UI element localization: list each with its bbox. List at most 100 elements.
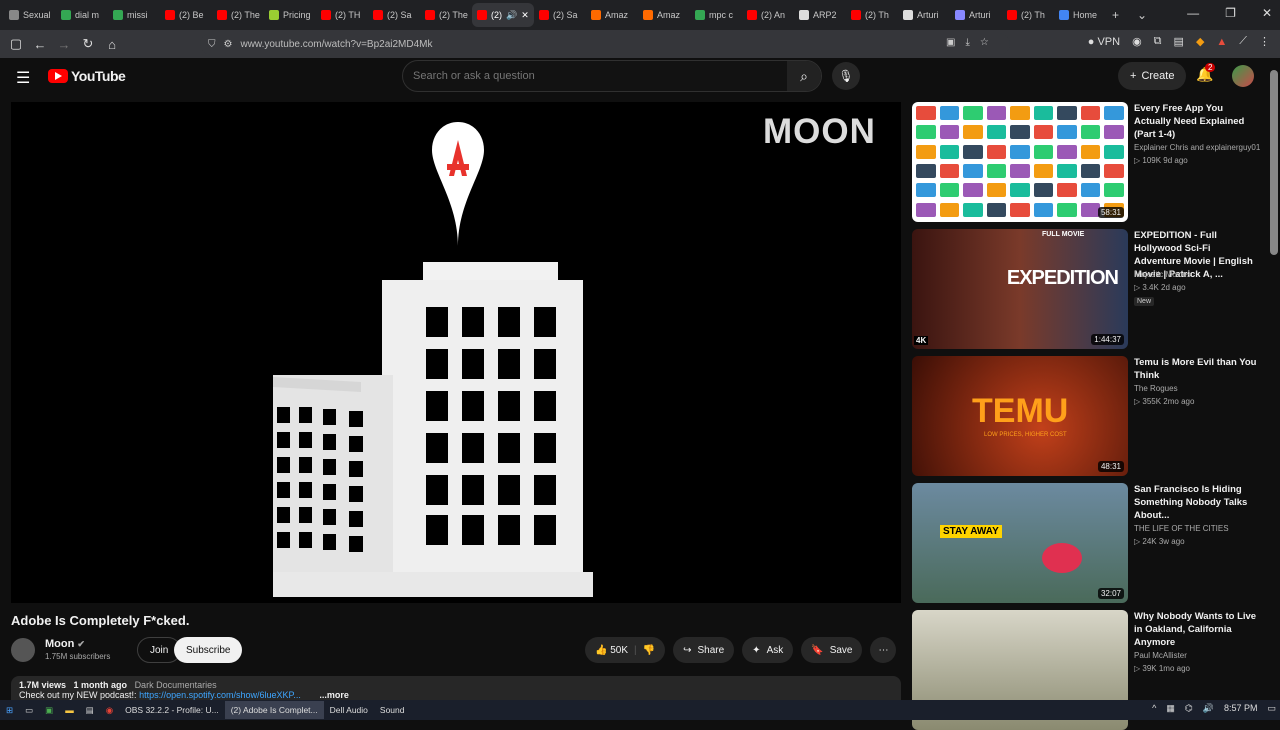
address-bar[interactable]: ⛉ ⚙ www.youtube.com/watch?v=Bp2ai2MD4Mk <box>200 33 1010 55</box>
hamburger-menu-icon[interactable]: ☰ <box>16 68 30 88</box>
browser-tab[interactable]: (2) TH <box>316 3 368 27</box>
browser-tab[interactable]: Arturi <box>898 3 950 27</box>
save-button[interactable]: 🔖 Save <box>801 637 863 663</box>
more-link[interactable]: ...more <box>319 690 349 700</box>
wallet-icon[interactable]: ▤ <box>1174 35 1184 48</box>
create-button[interactable]: + Create <box>1118 62 1187 90</box>
clock[interactable]: 8:57 PM <box>1224 703 1258 714</box>
browser-tab[interactable]: mpc c <box>690 3 742 27</box>
video-tag[interactable]: Dark Documentaries <box>135 680 217 690</box>
recommended-video[interactable]: STAY AWAY 32:07 San Francisco Is Hiding So… <box>912 483 1262 603</box>
taskbar-app[interactable]: Dell Audio <box>324 701 374 719</box>
scrollbar-thumb[interactable] <box>1270 70 1278 255</box>
browser-tab[interactable]: Amaz <box>586 3 638 27</box>
extension-red-icon[interactable]: ▲ <box>1216 36 1227 48</box>
browser-tab[interactable]: Sexual <box>4 3 56 27</box>
browser-tab[interactable]: (2) Sa <box>534 3 586 27</box>
video-thumbnail[interactable]: EXPEDITION FULL MOVIE 4K 1:44:37 <box>912 229 1128 349</box>
extension-icon[interactable]: ◉ <box>1132 35 1142 48</box>
recommended-title[interactable]: Temu is More Evil than You Think <box>1134 356 1259 382</box>
search-input[interactable] <box>413 70 783 82</box>
puzzle-icon[interactable]: ⧉ <box>1154 35 1162 48</box>
recommended-title[interactable]: Every Free App You Actually Need Explain… <box>1134 102 1259 141</box>
sidebar-toggle-icon[interactable]: ▢ <box>4 36 28 52</box>
recommended-channel[interactable]: THE LIFE OF THE CITIES <box>1134 524 1229 533</box>
recommended-channel[interactable]: Majestic Movies <box>1134 270 1191 279</box>
video-thumbnail[interactable]: STAY AWAY 32:07 <box>912 483 1128 603</box>
subscribe-button[interactable]: Subscribe <box>174 637 243 663</box>
tray-app-icon[interactable]: ▦ <box>1166 703 1175 714</box>
tray-chevron-icon[interactable]: ^ <box>1152 703 1156 714</box>
vpn-button[interactable]: ● VPN <box>1088 36 1120 48</box>
desc-link[interactable]: https://open.spotify.com/show/6lueXKP... <box>139 690 301 700</box>
site-info-icon[interactable]: ⛉ <box>208 39 216 50</box>
extension-orange-icon[interactable]: ◆ <box>1196 35 1204 48</box>
tab-audio-icon[interactable]: 🔊 <box>506 10 517 21</box>
close-window-icon[interactable]: ✕ <box>1262 6 1272 20</box>
browser-tab[interactable]: Amaz <box>638 3 690 27</box>
share-button[interactable]: ↪ Share <box>673 637 735 663</box>
browser-tab[interactable]: (2) Th <box>1002 3 1054 27</box>
recommended-channel[interactable]: The Rogues <box>1134 384 1178 393</box>
browser-tab[interactable]: missi <box>108 3 160 27</box>
user-avatar[interactable] <box>1232 65 1254 87</box>
browser-tab[interactable]: Pricing <box>264 3 316 27</box>
pin-icon[interactable]: ⟋ <box>1239 35 1247 48</box>
browser-tab[interactable]: dial m <box>56 3 108 27</box>
volume-icon[interactable]: 🔊 <box>1203 703 1214 714</box>
thumbs-down-icon[interactable]: 👎 <box>643 645 655 656</box>
forward-icon[interactable]: → <box>52 37 76 52</box>
tab-search-icon[interactable]: ⌄ <box>1137 8 1147 22</box>
taskbar-app[interactable]: Sound <box>374 701 411 719</box>
restore-icon[interactable]: ❐ <box>1225 6 1236 20</box>
notification-center-icon[interactable]: ▭ <box>1267 703 1276 714</box>
task-view-icon[interactable]: ▭ <box>19 701 39 719</box>
search-button[interactable]: ⌕ <box>787 61 821 91</box>
browser-tab[interactable]: (2) Sa <box>368 3 420 27</box>
video-thumbnail[interactable]: TEMU LOW PRICES, HIGHER COST 48:31 <box>912 356 1128 476</box>
chrome-icon[interactable]: ◉ <box>100 701 119 719</box>
recommended-channel[interactable]: Explainer Chris and explainerguy01 <box>1134 143 1260 152</box>
browser-tab[interactable]: (2) An <box>742 3 794 27</box>
app-icon-monitor[interactable]: ▤ <box>80 701 100 719</box>
description-box[interactable]: 1.7M views 1 month ago Dark Documentarie… <box>11 676 901 700</box>
recommended-video[interactable]: 58:31 Every Free App You Actually Need Ex… <box>912 102 1262 222</box>
start-icon[interactable]: ⊞ <box>0 701 19 719</box>
recommended-video[interactable]: TEMU LOW PRICES, HIGHER COST 48:31 Temu is … <box>912 356 1262 476</box>
bookmark-star-icon[interactable]: ☆ <box>980 37 989 48</box>
browser-tab[interactable]: (2) Th <box>846 3 898 27</box>
tab-close-icon[interactable]: ✕ <box>521 10 529 21</box>
like-button[interactable]: 👍 50K <box>595 645 628 656</box>
browser-tab[interactable]: (2) The <box>212 3 264 27</box>
back-icon[interactable]: ← <box>28 37 52 52</box>
channel-avatar[interactable] <box>11 638 35 662</box>
screenshot-icon[interactable]: ▣ <box>946 37 955 48</box>
channel-name[interactable]: Moon ✔ <box>45 638 85 650</box>
reload-icon[interactable]: ↻ <box>76 36 100 52</box>
app-icon-green[interactable]: ▣ <box>39 701 59 719</box>
recommended-title[interactable]: San Francisco Is Hiding Something Nobody… <box>1134 483 1259 522</box>
video-player[interactable]: MOON <box>11 102 901 603</box>
more-actions-button[interactable]: ⋯ <box>870 637 897 663</box>
video-thumbnail[interactable]: 58:31 <box>912 102 1128 222</box>
new-tab-icon[interactable]: + <box>1112 8 1119 22</box>
recommended-video[interactable]: EXPEDITION FULL MOVIE 4K 1:44:37 EXPEDITION … <box>912 229 1262 349</box>
recommended-channel[interactable]: Paul McAllister <box>1134 651 1187 660</box>
browser-tab[interactable]: Home <box>1054 3 1106 27</box>
taskbar-app[interactable]: (2) Adobe Is Complet... <box>224 701 324 719</box>
recommended-title[interactable]: Why Nobody Wants to Live in Oakland, Cal… <box>1134 610 1259 649</box>
file-explorer-icon[interactable]: ▬ <box>59 701 80 719</box>
browser-tab[interactable]: ARP2 <box>794 3 846 27</box>
page-scrollbar[interactable] <box>1268 58 1280 700</box>
home-icon[interactable]: ⌂ <box>100 37 124 52</box>
download-icon[interactable]: ⤓ <box>965 37 969 48</box>
network-icon[interactable]: ⌬ <box>1185 703 1193 714</box>
youtube-logo[interactable]: YouTube <box>48 68 126 84</box>
browser-tab[interactable]: (2) 🔊 ✕ <box>472 3 534 27</box>
browser-tab[interactable]: (2) The <box>420 3 472 27</box>
browser-tab[interactable]: Arturi <box>950 3 1002 27</box>
tune-icon[interactable]: ⚙ <box>224 39 233 50</box>
taskbar-app[interactable]: OBS 32.2.2 - Profile: U... <box>119 701 225 719</box>
browser-tab[interactable]: (2) Be <box>160 3 212 27</box>
ask-button[interactable]: ✦ Ask <box>742 637 794 663</box>
